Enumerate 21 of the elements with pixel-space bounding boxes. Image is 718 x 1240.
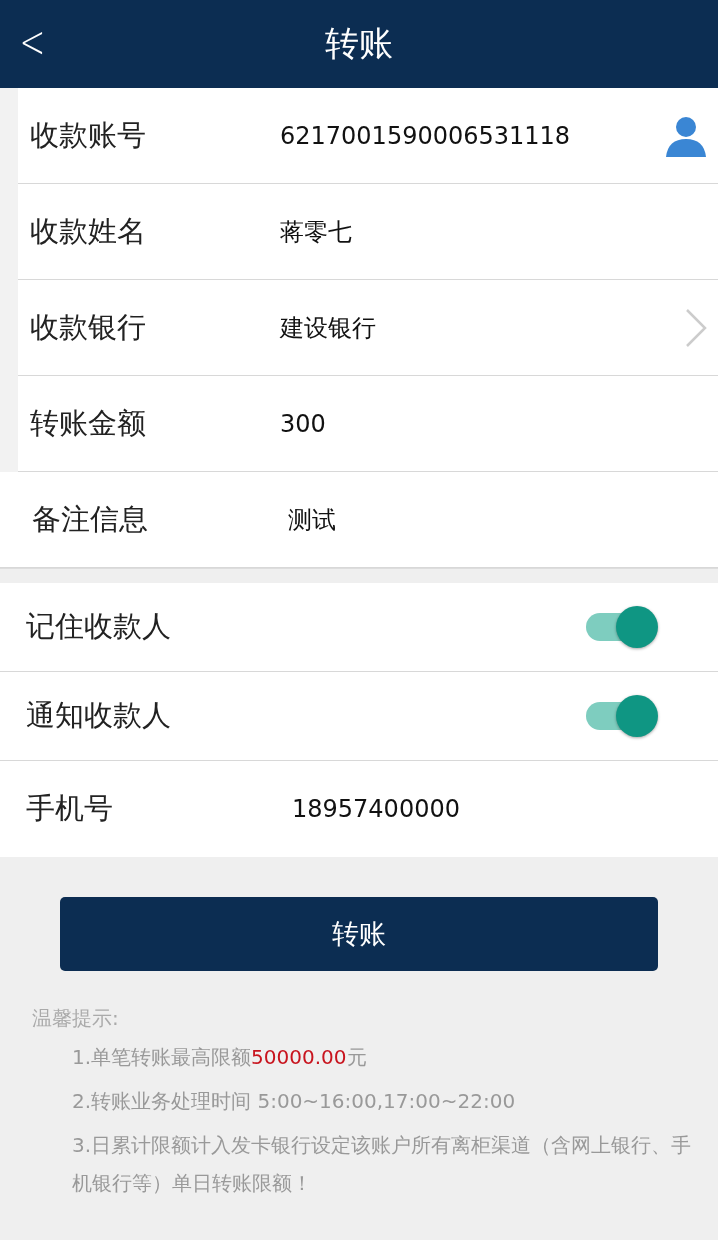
field-label: 备注信息 — [32, 500, 149, 538]
field-value[interactable]: 蒋零七 — [280, 215, 708, 248]
page-title: 转账 — [325, 22, 393, 65]
field-label: 收款姓名 — [30, 212, 147, 250]
field-label: 转账金额 — [30, 404, 147, 442]
field-value[interactable]: 测试 — [288, 503, 708, 536]
tip-text: 1.单笔转账最高限额50000.00元 — [72, 1044, 368, 1071]
field-value[interactable]: 6217001590006531118 — [280, 121, 664, 150]
field-label: 手机号 — [26, 790, 114, 827]
field-value[interactable]: 18957400000 — [292, 795, 688, 823]
field-value[interactable]: 300 — [280, 409, 708, 438]
tips-title: 温馨提示: — [32, 1006, 119, 1030]
transfer-button[interactable]: 转账 — [60, 897, 658, 971]
tip-text: 3.日累计限额计入发卡银行设定该账户所有离柜渠道（含网上银行、手机银行等）单日转账限额！ — [72, 1132, 693, 1197]
tip-text: 2.转账业务处理时间 5:00~16:00,17:00~22:00 — [72, 1088, 517, 1115]
back-button[interactable]: < — [13, 14, 51, 70]
field-label: 收款账号 — [30, 116, 147, 154]
toggle-label: 记住收款人 — [26, 608, 172, 645]
toggle-label: 通知收款人 — [26, 697, 172, 734]
field-value[interactable]: 建设银行 — [280, 311, 684, 344]
field-label: 收款银行 — [30, 308, 147, 346]
